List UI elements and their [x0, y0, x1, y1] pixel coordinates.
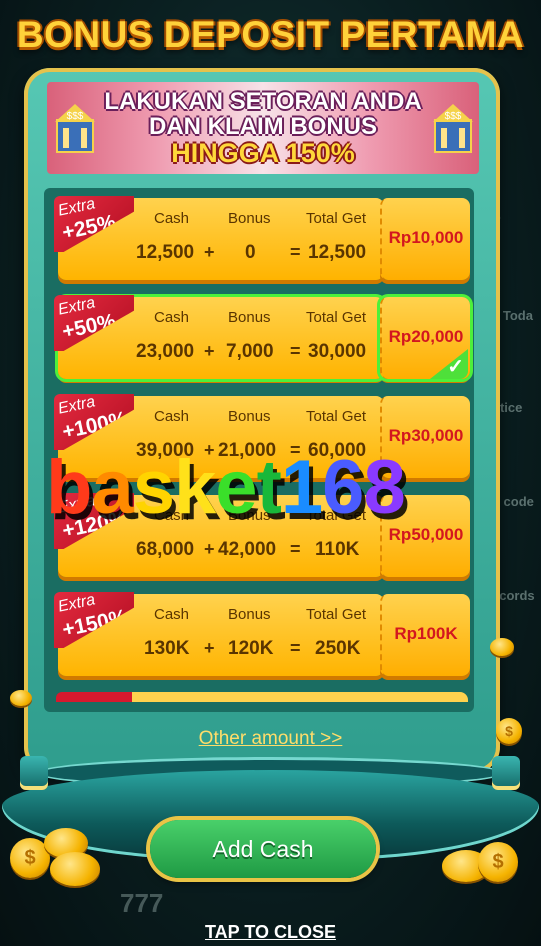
bonus-value: 120K	[228, 638, 274, 659]
stage-lamp	[20, 756, 48, 790]
equals-sign: =	[290, 341, 301, 361]
plus-sign: +	[204, 242, 215, 262]
watermark-char: s	[132, 445, 175, 530]
stage-lamp	[492, 756, 520, 790]
price-label: Rp30,000	[388, 426, 464, 445]
cash-header: Cash	[154, 309, 190, 326]
price-label: Rp100K	[394, 624, 458, 643]
equals-sign: =	[290, 242, 301, 262]
bank-icon: $$$	[433, 104, 473, 153]
tap-to-close[interactable]: TAP TO CLOSE	[0, 922, 541, 943]
plus-sign: +	[204, 539, 215, 559]
bonus-header: Bonus	[228, 210, 271, 227]
cash-header: Cash	[154, 408, 190, 425]
plus-sign: +	[204, 341, 215, 361]
coin-icon: $	[478, 842, 518, 882]
price-button[interactable]: Rp100K	[380, 594, 470, 676]
bonus-header: Bonus	[228, 606, 271, 623]
equals-sign: =	[290, 539, 301, 559]
cash-value: 12,500	[136, 242, 195, 263]
other-amount-link[interactable]: Other amount >>	[0, 728, 541, 750]
watermark-char: b	[46, 445, 92, 530]
watermark-char: 8	[363, 445, 405, 530]
equals-sign: =	[290, 638, 301, 658]
offer-card[interactable]: Extra +25% Cash Bonus Total Get 12,500 +…	[54, 196, 470, 280]
total-value: 12,500	[308, 242, 367, 263]
total-header: Total Get	[306, 408, 367, 425]
price-button[interactable]: Rp10,000	[380, 198, 470, 280]
coin-icon	[50, 852, 100, 886]
watermark-char: t	[256, 445, 282, 530]
watermark-char: a	[91, 445, 133, 530]
cash-header: Cash	[154, 210, 190, 227]
bonus-header: Bonus	[228, 408, 271, 425]
offer-card[interactable]: Extra +150% Cash Bonus Total Get 130K + …	[54, 592, 470, 676]
watermark-char: 6	[322, 445, 364, 530]
slot-machine-label: 777	[120, 888, 164, 918]
svg-text:$$$: $$$	[445, 111, 462, 122]
offer-card-partial	[56, 692, 468, 702]
bonus-value: 42,000	[218, 539, 277, 560]
total-header: Total Get	[306, 309, 367, 326]
price-label: Rp20,000	[388, 327, 464, 346]
cash-value: 130K	[144, 638, 190, 659]
banner-line-1: LAKUKAN SETORAN ANDA	[104, 88, 422, 115]
add-cash-button[interactable]: Add Cash	[150, 820, 376, 878]
total-value: 250K	[315, 638, 361, 659]
bonus-value: 7,000	[226, 341, 274, 362]
watermark-char: e	[215, 445, 257, 530]
dialog-title: BONUS DEPOSIT PERTAMA	[16, 14, 525, 55]
total-value: 110K	[315, 539, 360, 560]
promo-banner: $$$ LAKUKAN SETORAN ANDA DAN KLAIM BONUS…	[47, 82, 479, 174]
watermark-char: k	[174, 445, 216, 530]
coin-icon	[10, 690, 32, 706]
price-label: Rp10,000	[388, 228, 464, 247]
cash-value: 68,000	[136, 539, 195, 560]
total-header: Total Get	[306, 606, 367, 623]
banner-line-2: DAN KLAIM BONUS	[149, 113, 377, 140]
cash-value: 23,000	[136, 341, 195, 362]
bonus-value: 0	[245, 242, 256, 263]
coin-icon	[490, 638, 514, 656]
watermark-text: basket168	[46, 444, 406, 531]
total-header: Total Get	[306, 210, 367, 227]
plus-sign: +	[204, 638, 215, 658]
offer-card-selected[interactable]: Extra +50% Cash Bonus Total Get 23,000 +…	[54, 295, 470, 379]
cash-header: Cash	[154, 606, 190, 623]
banner-line-3: HINGGA 150%	[171, 138, 355, 168]
total-value: 30,000	[308, 341, 367, 362]
coin-icon: $	[496, 718, 522, 744]
bonus-header: Bonus	[228, 309, 271, 326]
watermark-char: 1	[280, 445, 323, 530]
